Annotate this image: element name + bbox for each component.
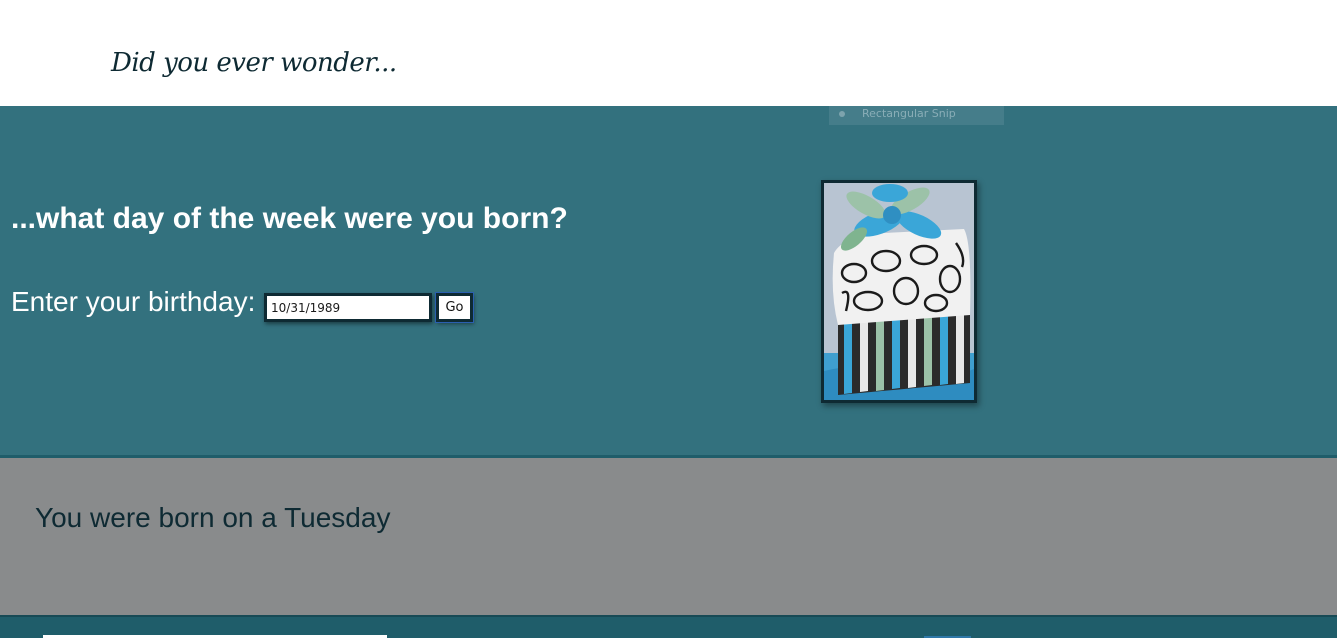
birthday-cake-image	[821, 180, 977, 403]
snip-label: Rectangular Snip	[862, 107, 956, 120]
question-heading: ...what day of the week were you born?	[11, 202, 568, 235]
header: Did you ever wonder...	[0, 0, 1337, 106]
birthday-label: Enter your birthday:	[11, 286, 256, 317]
cake-illustration	[824, 183, 974, 400]
go-button[interactable]: Go	[435, 292, 474, 323]
main-panel: Rectangular Snip ...what day of the week…	[0, 106, 1337, 455]
result-text: You were born on a Tuesday	[35, 502, 391, 533]
snip-radio-icon	[839, 111, 845, 117]
page-title: Did you ever wonder...	[111, 48, 397, 78]
footer	[0, 615, 1337, 638]
snip-tool-overlay: Rectangular Snip	[829, 106, 1004, 125]
result-panel: You were born on a Tuesday	[0, 455, 1337, 615]
birthday-input[interactable]	[264, 293, 432, 322]
